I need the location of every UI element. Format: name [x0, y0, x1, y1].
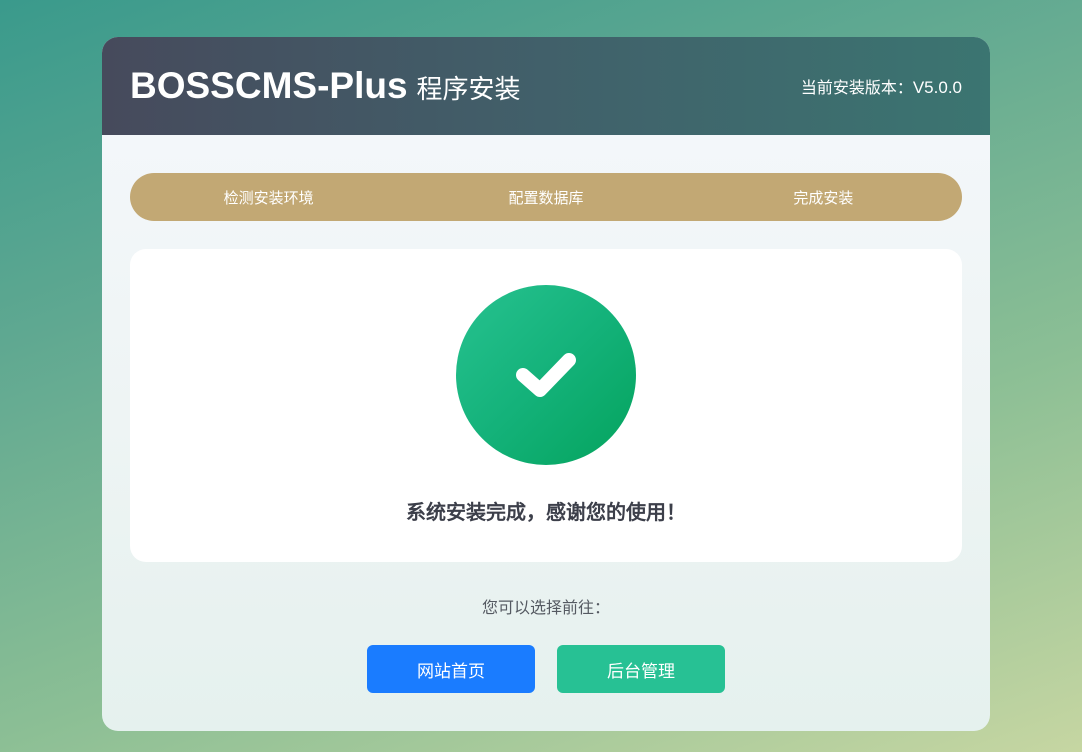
version-label: 当前安装版本： — [800, 78, 913, 97]
success-badge — [456, 285, 636, 465]
version-info: 当前安装版本： V5.0.0 — [801, 74, 962, 98]
check-icon — [516, 353, 576, 397]
install-steps: 检测安装环境 配置数据库 完成安装 — [130, 173, 962, 221]
brand-subtitle: 程序安装 — [416, 75, 521, 105]
goto-prompt: 您可以选择前往： — [481, 598, 610, 617]
step-check-environment: 检测安装环境 — [223, 188, 314, 207]
brand: BOSSCMS-Plus 程序安装 — [130, 65, 521, 107]
header: BOSSCMS-Plus 程序安装 当前安装版本： V5.0.0 — [102, 37, 990, 135]
success-message: 系统安装完成，感谢您的使用！ — [406, 500, 686, 524]
result-panel: 系统安装完成，感谢您的使用！ — [130, 249, 962, 562]
admin-panel-button[interactable]: 后台管理 — [557, 645, 725, 693]
step-configure-database: 配置数据库 — [508, 188, 584, 207]
step-complete-install: 完成安装 — [793, 188, 854, 207]
website-home-button[interactable]: 网站首页 — [367, 645, 535, 693]
brand-name: BOSSCMS-Plus — [130, 65, 408, 106]
version-value: V5.0.0 — [912, 78, 962, 97]
install-card: BOSSCMS-Plus 程序安装 当前安装版本： V5.0.0 检测安装环境 … — [102, 37, 990, 731]
